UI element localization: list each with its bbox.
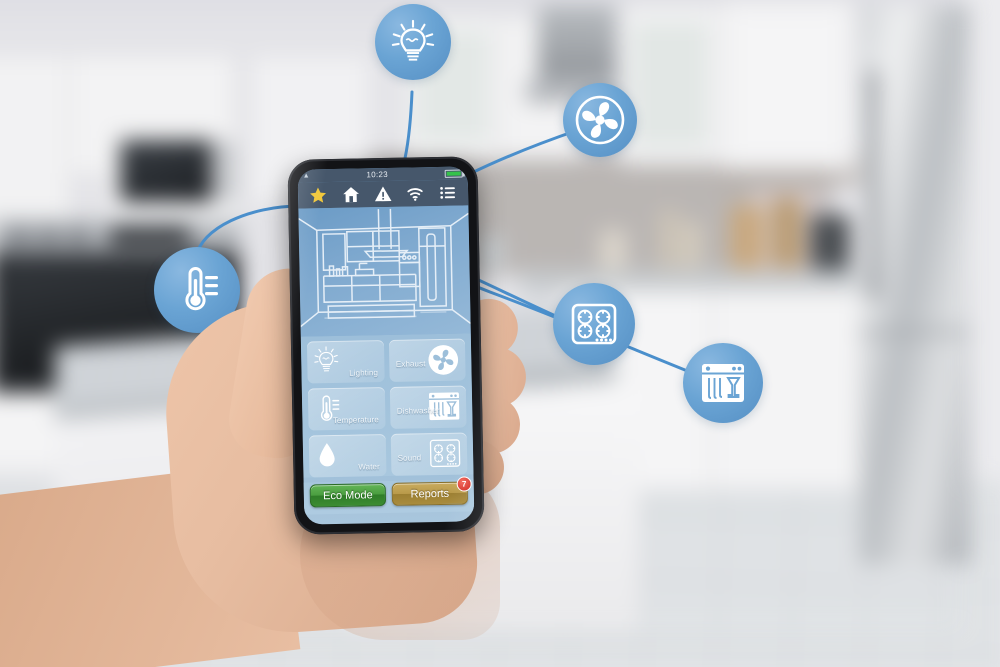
tile-row-2: Temperature Dishwasher [307,385,467,431]
status-time: 10:23 [366,169,389,180]
smartphone: ▲ 10:23 Lighting Exhaust Temperature Dis… [287,156,485,535]
star-icon[interactable] [309,186,327,204]
kitchen-line-art [298,208,471,328]
tile-row-3: Water Sound [308,432,468,478]
wifi-icon[interactable] [406,184,424,202]
tile-label: Temperature [332,415,380,426]
reports-label: Reports [410,487,450,501]
phone-screen: ▲ 10:23 Lighting Exhaust Temperature Dis… [297,166,475,525]
cooktop-bubble[interactable] [553,283,635,365]
nav-bar[interactable] [297,179,469,209]
thermometer-icon [185,267,218,311]
tile-dishwasher[interactable]: Dishwasher [389,385,467,429]
tile-label: Dishwasher [396,405,440,416]
house-icon[interactable] [342,185,360,203]
control-tiles: Lighting Exhaust Temperature Dishwasher … [300,333,474,478]
signal-icon: ▲ [302,172,310,180]
tile-label: Exhaust [395,359,426,369]
cooktop-icon [428,437,463,476]
lightbulb-icon [313,346,340,381]
tile-lighting[interactable]: Lighting [306,340,385,384]
exhaust-fan-bubble[interactable] [563,83,637,157]
tile-label: Lighting [349,368,379,378]
tile-temperature[interactable]: Temperature [307,387,386,431]
water-drop-icon [318,441,337,474]
tile-label: Sound [397,453,422,463]
tile-exhaust[interactable]: Exhaust [388,338,466,382]
lightbulb-icon [391,19,435,61]
eco-mode-button[interactable]: Eco Mode [309,483,387,508]
tile-water[interactable]: Water [308,434,387,478]
dishwasher-bubble[interactable] [683,343,763,423]
tile-row-1: Lighting Exhaust [306,338,466,384]
list-menu-icon[interactable] [439,184,457,202]
cooktop-icon [571,303,617,345]
kitchen-illustration [298,205,471,337]
tile-label: Water [358,462,380,472]
action-button-row: Eco Mode Reports 7 [303,476,475,515]
tile-sound[interactable]: Sound [390,432,468,476]
fan-icon [575,95,625,145]
battery-full-icon [444,168,463,178]
fan-icon [426,343,461,382]
lighting-bubble[interactable] [375,4,451,80]
eco-mode-label: Eco Mode [322,488,373,502]
screenshot-stage: ▲ 10:23 Lighting Exhaust Temperature Dis… [0,0,1000,667]
dishwasher-icon [702,364,744,402]
warning-triangle-icon[interactable] [374,185,392,203]
reports-badge: 7 [456,476,472,492]
reports-button[interactable]: Reports 7 [391,476,472,506]
